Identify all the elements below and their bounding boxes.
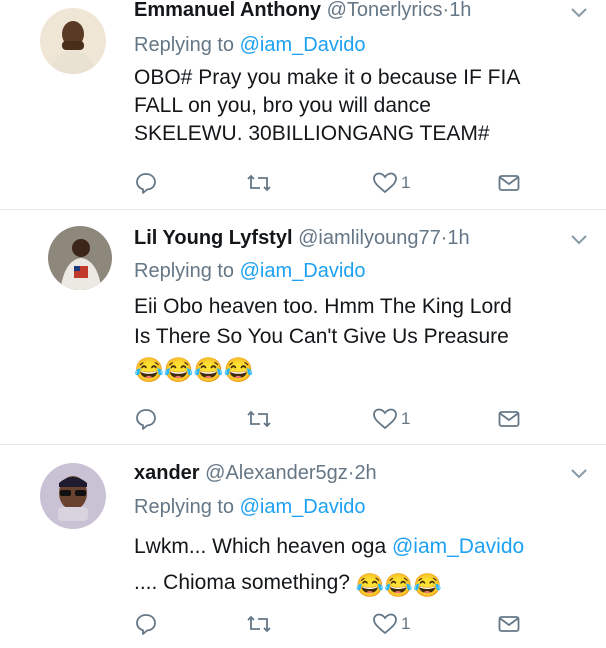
user-handle[interactable]: @Alexander5gz (205, 462, 348, 484)
tweet-text: OBO# Pray you make it o because IF FIA F… (134, 64, 594, 148)
chevron-down-icon[interactable] (570, 467, 588, 479)
tweet-actions: 1 (134, 406, 534, 432)
retweet-icon (247, 615, 271, 633)
direct-message-button[interactable] (498, 406, 520, 432)
display-name[interactable]: xander (134, 462, 200, 484)
reply-icon (136, 173, 156, 194)
direct-message-button[interactable] (498, 611, 520, 637)
avatar[interactable] (40, 463, 106, 529)
timestamp[interactable]: 2h (354, 462, 376, 484)
replying-to: Replying to @iam_Davido (134, 33, 366, 57)
dm-icon (498, 411, 520, 427)
tweet-line: Eii Obo heaven too. Hmm The King Lord (134, 295, 512, 318)
retweet-button[interactable] (246, 170, 272, 196)
replying-to: Replying to @iam_Davido (134, 259, 366, 283)
tweet-line: FALL on you, bro you will dance (134, 94, 431, 117)
replying-label: Replying to (134, 34, 235, 56)
user-handle[interactable]: @iamlilyoung77 (298, 227, 441, 249)
tweet-line: Lwkm... Which heaven oga @iam_Davido (134, 529, 594, 565)
like-button[interactable]: 1 (372, 611, 410, 637)
timestamp[interactable]: 1h (449, 0, 471, 21)
reply-mention-link[interactable]: @iam_Davido (240, 34, 366, 56)
replying-label: Replying to (134, 496, 235, 518)
tweet-card[interactable]: Lil Young Lyfstyl @iamlilyoung77·1h Repl… (0, 210, 606, 443)
reply-mention-link[interactable]: @iam_Davido (240, 260, 366, 282)
tweet-text-segment: .... Chioma something? (134, 571, 356, 594)
chevron-down-icon[interactable] (570, 6, 588, 18)
like-count: 1 (401, 173, 411, 192)
tweet-text-segment: Lwkm... Which heaven oga (134, 535, 392, 558)
timestamp[interactable]: 1h (447, 227, 469, 249)
tweet-header: Emmanuel Anthony @Tonerlyrics·1h (134, 0, 471, 22)
reply-mention-link[interactable]: @iam_Davido (240, 496, 366, 518)
tweet-line: SKELEWU. 30BILLIONGANG TEAM# (134, 122, 490, 145)
tweet-card[interactable]: xander @Alexander5gz·2h Replying to @iam… (0, 445, 606, 648)
reply-icon (136, 614, 156, 635)
avatar-photo (40, 463, 106, 529)
tweet-line: OBO# Pray you make it o because IF FIA (134, 66, 521, 89)
dm-icon (498, 175, 520, 191)
like-button[interactable]: 1 (372, 406, 410, 432)
like-icon (373, 613, 397, 635)
reply-button[interactable] (134, 170, 158, 196)
like-icon (373, 172, 397, 194)
user-handle[interactable]: @Tonerlyrics (327, 0, 443, 21)
tweet-emoji: 😂😂😂😂 (134, 357, 254, 384)
like-count: 1 (401, 614, 411, 633)
avatar-photo (40, 8, 106, 74)
tweet-card[interactable]: Emmanuel Anthony @Tonerlyrics·1h Replyin… (0, 0, 606, 208)
avatar[interactable] (40, 8, 106, 74)
tweet-line: .... Chioma something? 😂😂😂 (134, 565, 594, 603)
reply-button[interactable] (134, 406, 158, 432)
tweet-text: Lwkm... Which heaven oga @iam_Davido ...… (134, 529, 594, 603)
display-name[interactable]: Emmanuel Anthony (134, 0, 321, 21)
reply-icon (136, 409, 156, 430)
like-count: 1 (401, 409, 411, 428)
retweet-icon (247, 410, 271, 428)
tweet-actions: 1 (134, 611, 534, 637)
direct-message-button[interactable] (498, 170, 520, 196)
dm-icon (498, 616, 520, 632)
like-button[interactable]: 1 (372, 170, 410, 196)
tweet-header: xander @Alexander5gz·2h (134, 461, 377, 485)
replying-label: Replying to (134, 260, 235, 282)
chevron-down-icon[interactable] (570, 233, 588, 245)
replying-to: Replying to @iam_Davido (134, 495, 366, 519)
display-name[interactable]: Lil Young Lyfstyl (134, 227, 293, 249)
retweet-button[interactable] (246, 406, 272, 432)
like-icon (373, 408, 397, 430)
tweet-line: Is There So You Can't Give Us Preasure (134, 325, 509, 348)
reply-button[interactable] (134, 611, 158, 637)
avatar-photo (48, 226, 112, 290)
tweet-emoji: 😂😂😂 (355, 572, 442, 598)
avatar[interactable] (48, 226, 112, 290)
retweet-button[interactable] (246, 611, 272, 637)
retweet-icon (247, 174, 271, 192)
tweet-header: Lil Young Lyfstyl @iamlilyoung77·1h (134, 226, 470, 250)
tweet-text: Eii Obo heaven too. Hmm The King Lord Is… (134, 292, 594, 386)
tweet-actions: 1 (134, 170, 534, 196)
mention-link[interactable]: @iam_Davido (392, 535, 524, 558)
